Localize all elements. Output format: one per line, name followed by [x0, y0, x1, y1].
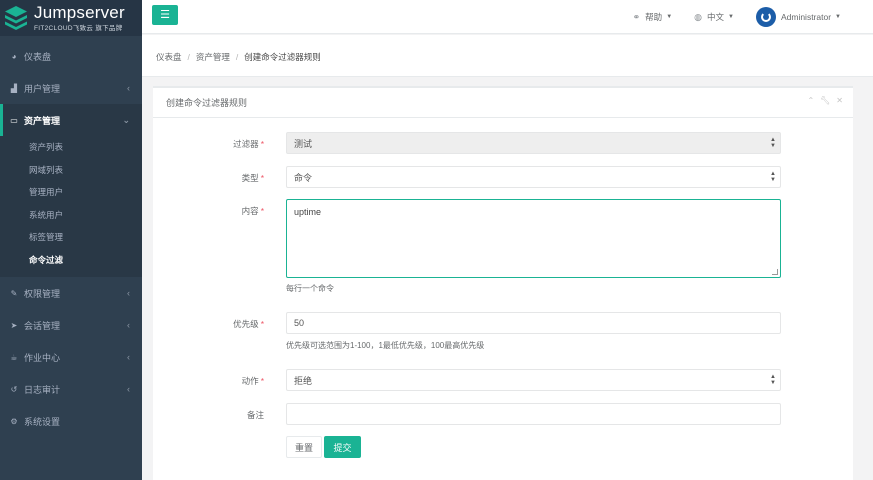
submenu-item-domain-list[interactable]: 网域列表	[0, 159, 142, 182]
collapse-icon[interactable]: ⌃	[807, 96, 814, 105]
sidebar-item-dashboard[interactable]: ◕ 仪表盘	[0, 40, 142, 72]
sidebar-item-sessions[interactable]: ➤ 会话管理 ‹	[0, 309, 142, 341]
content-textarea[interactable]: uptime	[286, 199, 781, 278]
close-icon[interactable]: ✕	[836, 96, 843, 105]
breadcrumb-current: 创建命令过滤器规则	[244, 52, 321, 62]
jumpserver-logo-icon	[5, 6, 27, 30]
assets-submenu: 资产列表 网域列表 管理用户 系统用户 标签管理 命令过滤	[0, 136, 142, 277]
caret-down-icon: ▼	[728, 14, 734, 20]
chevron-left-icon: ‹	[127, 384, 130, 394]
reset-button[interactable]: 重置	[286, 436, 322, 458]
content-help-text: 每行一个命令	[286, 284, 334, 293]
resize-handle-icon[interactable]	[772, 269, 778, 275]
required-mark: *	[260, 173, 264, 183]
required-mark: *	[260, 206, 264, 216]
breadcrumb-dashboard[interactable]: 仪表盘	[156, 52, 182, 62]
chevron-left-icon: ‹	[127, 352, 130, 362]
breadcrumb-bar: 仪表盘 / 资产管理 / 创建命令过滤器规则	[142, 35, 873, 77]
select-arrows-icon: ▲ ▼	[770, 374, 776, 386]
submenu-item-asset-list[interactable]: 资产列表	[0, 136, 142, 159]
edit-icon: ✎	[10, 288, 18, 298]
panel-title: 创建命令过滤器规则	[166, 98, 248, 108]
filter-select[interactable]: 测试 ▲ ▼	[286, 132, 781, 154]
action-select[interactable]: 拒绝 ▲ ▼	[286, 369, 781, 391]
select-arrows-icon: ▲ ▼	[770, 171, 776, 183]
chevron-left-icon: ‹	[127, 288, 130, 298]
type-select[interactable]: 命令 ▲ ▼	[286, 166, 781, 188]
comment-label: 备注	[246, 410, 264, 420]
language-dropdown[interactable]: ◍ 中文 ▼	[694, 11, 734, 23]
help-dropdown[interactable]: ⚭ 帮助 ▼	[633, 11, 673, 23]
wrench-icon[interactable]: 🔧︎	[820, 96, 830, 105]
dashboard-icon: ◕	[11, 51, 17, 61]
submenu-item-labels[interactable]: 标签管理	[0, 226, 142, 249]
sidebar-item-assets[interactable]: ▭ 资产管理 ⌄	[0, 104, 142, 136]
caret-down-icon: ▼	[666, 14, 673, 20]
coffee-icon: ☕	[10, 352, 18, 362]
avatar	[755, 7, 776, 27]
paper-plane-icon: ➤	[10, 320, 18, 330]
breadcrumb-assets[interactable]: 资产管理	[196, 52, 230, 62]
priority-input[interactable]: 50	[286, 312, 781, 334]
user-dropdown[interactable]: Administrator ▼	[755, 7, 841, 27]
brand-subtitle: FIT2CLOUD飞致云 旗下品牌	[34, 25, 123, 32]
inbox-icon: ▭	[10, 115, 18, 125]
sidebar-item-jobs[interactable]: ☕ 作业中心 ‹	[0, 341, 142, 373]
top-navbar: ☰ ⚭ 帮助 ▼ ◍ 中文 ▼ Administrator ▼	[142, 0, 873, 34]
sidebar-item-perms[interactable]: ✎ 权限管理 ‹	[0, 277, 142, 309]
required-mark: *	[260, 376, 264, 386]
priority-label: 优先级	[233, 319, 259, 329]
required-mark: *	[260, 319, 264, 329]
chevron-down-icon: ⌄	[122, 114, 130, 125]
history-icon: ↺	[10, 384, 18, 394]
logo[interactable]: Jumpserver FIT2CLOUD飞致云 旗下品牌	[0, 0, 142, 36]
required-mark: *	[260, 139, 264, 149]
comment-input[interactable]	[286, 403, 781, 425]
sidebar-item-audits[interactable]: ↺ 日志审计 ‹	[0, 373, 142, 405]
submit-button[interactable]: 提交	[324, 436, 361, 458]
chevron-left-icon: ‹	[127, 320, 130, 330]
power-icon	[760, 12, 771, 22]
submenu-item-admin-users[interactable]: 管理用户	[0, 181, 142, 204]
sidebar-item-settings[interactable]: ⚙ 系统设置	[0, 405, 142, 437]
action-label: 动作	[241, 376, 259, 386]
bars-icon: ☰	[160, 9, 170, 21]
sidebar-item-users[interactable]: ▟ 用户管理 ‹	[0, 72, 142, 104]
sidebar-nav: ◕ 仪表盘 ▟ 用户管理 ‹ ▭ 资产管理 ⌄	[0, 40, 142, 136]
filter-label: 过滤器	[233, 139, 259, 149]
caret-down-icon: ▼	[835, 14, 841, 20]
priority-help-text: 优先级可选范围为1-100，1最低优先级，100最高优先级	[286, 341, 485, 350]
breadcrumb: 仪表盘 / 资产管理 / 创建命令过滤器规则	[156, 52, 321, 62]
submenu-item-command-filter[interactable]: 命令过滤	[0, 249, 142, 272]
submenu-item-system-users[interactable]: 系统用户	[0, 204, 142, 227]
sidebar: Jumpserver FIT2CLOUD飞致云 旗下品牌 ◕ 仪表盘 ▟ 用户管…	[0, 0, 142, 480]
gears-icon: ⚙	[10, 416, 18, 426]
brand-title: Jumpserver	[34, 3, 125, 22]
users-icon: ▟	[10, 83, 18, 93]
type-label: 类型	[241, 173, 259, 183]
form-panel: 创建命令过滤器规则 ⌃ 🔧︎ ✕ 过滤器 * 测试 ▲ ▼ 类型 * 命令 ▲ ▼ 内容…	[153, 86, 853, 480]
chevron-left-icon: ‹	[127, 83, 130, 93]
select-arrows-icon: ▲ ▼	[770, 137, 776, 149]
handshake-icon: ⚭	[632, 11, 641, 22]
menu-toggle-button[interactable]: ☰	[152, 5, 178, 25]
sidebar-nav-lower: ✎ 权限管理 ‹ ➤ 会话管理 ‹ ☕ 作业中心 ‹ ↺ 日志审计 ‹ ⚙ 系统…	[0, 277, 142, 437]
content-label: 内容	[241, 206, 259, 216]
globe-icon: ◍	[694, 11, 702, 22]
